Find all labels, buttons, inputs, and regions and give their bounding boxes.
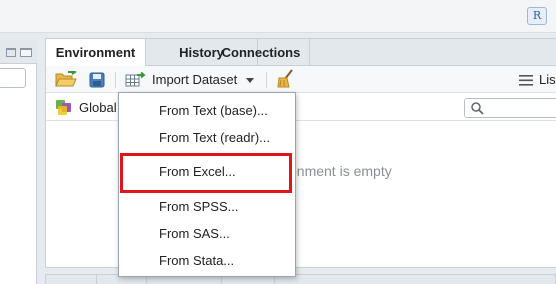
menu-item-from-stata[interactable]: From Stata... bbox=[119, 249, 295, 273]
environment-search-input[interactable] bbox=[464, 98, 556, 118]
toolbar-separator bbox=[115, 72, 116, 88]
left-pane-field[interactable] bbox=[0, 68, 26, 88]
r-environment-icon bbox=[56, 100, 71, 115]
pane-tabs: Environment History Connections bbox=[46, 39, 556, 67]
bottom-tab-divider bbox=[96, 275, 97, 284]
left-pane bbox=[0, 40, 37, 284]
open-folder-icon[interactable] bbox=[55, 71, 77, 88]
empty-environment-text: onment is empty bbox=[289, 163, 392, 179]
tab-environment[interactable]: Environment bbox=[46, 39, 146, 67]
minimize-pane-button[interactable] bbox=[6, 48, 16, 57]
environment-toolbar: Import Dataset Lis bbox=[46, 66, 556, 93]
global-environment-dropdown[interactable]: Global bbox=[79, 100, 117, 115]
broom-icon[interactable] bbox=[275, 69, 295, 89]
list-view-button[interactable]: Lis bbox=[539, 72, 556, 87]
left-pane-tabstrip bbox=[0, 40, 37, 64]
r-project-icon[interactable]: R bbox=[527, 7, 547, 25]
menu-item-from-sas[interactable]: From SAS... bbox=[119, 222, 295, 246]
menu-item-from-text-readr[interactable]: From Text (readr)... bbox=[119, 126, 295, 150]
highlight-box bbox=[120, 153, 292, 193]
tab-connections[interactable]: Connections bbox=[213, 39, 310, 66]
import-dataset-button[interactable]: Import Dataset bbox=[152, 72, 237, 87]
save-icon[interactable] bbox=[89, 72, 105, 88]
chevron-down-icon[interactable] bbox=[246, 78, 254, 83]
toolbar-separator bbox=[266, 72, 267, 88]
top-toolbar: R bbox=[0, 0, 556, 33]
maximize-pane-button[interactable] bbox=[20, 48, 32, 57]
search-icon bbox=[471, 102, 484, 115]
menu-item-from-text-base[interactable]: From Text (base)... bbox=[119, 99, 295, 123]
list-icon[interactable] bbox=[519, 75, 533, 86]
menu-item-from-spss[interactable]: From SPSS... bbox=[119, 195, 295, 219]
import-dataset-icon[interactable] bbox=[125, 72, 147, 88]
